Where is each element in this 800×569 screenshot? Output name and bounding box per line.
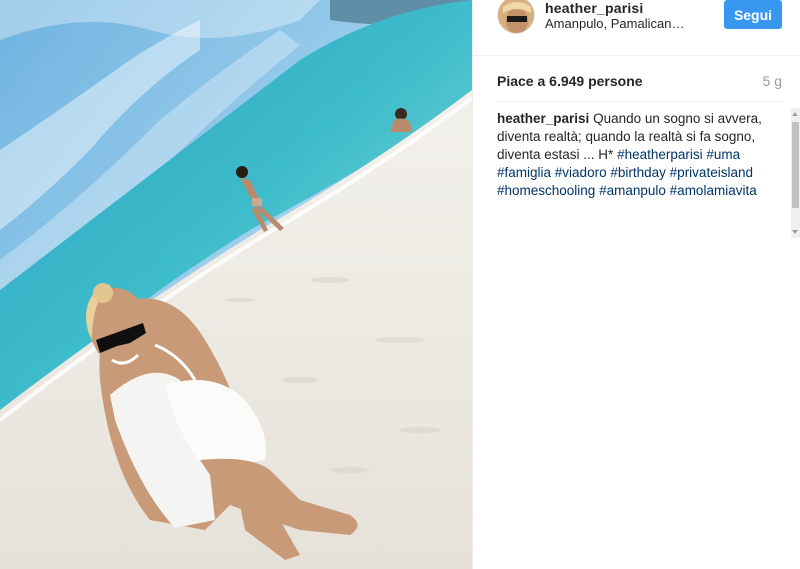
caption-username-link[interactable]: heather_parisi — [497, 111, 589, 126]
hashtag-link[interactable]: #amanpulo — [599, 183, 666, 198]
hashtag-link[interactable]: #viadoro — [555, 165, 607, 180]
hashtag-link[interactable]: #amolamiavita — [670, 183, 757, 198]
scroll-up-arrow-icon[interactable] — [792, 112, 798, 116]
profile-photo-icon — [498, 0, 534, 33]
scroll-down-arrow-icon[interactable] — [792, 230, 798, 234]
scrollbar-thumb[interactable] — [792, 122, 799, 208]
likes-count[interactable]: Piace a 6.949 persone — [497, 73, 643, 89]
comments-scrollbar[interactable] — [791, 108, 800, 238]
post-age[interactable]: 5 g — [763, 73, 782, 89]
post-details-panel: heather_parisi Amanpulo, Pamalican I... … — [472, 0, 800, 569]
hashtag-link[interactable]: #heatherparisi — [617, 147, 703, 162]
location-link[interactable]: Amanpulo, Pamalican I... — [545, 16, 685, 31]
hashtag-link[interactable]: #birthday — [610, 165, 666, 180]
avatar[interactable] — [497, 0, 535, 34]
hashtag-link[interactable]: #homeschooling — [497, 183, 595, 198]
hashtag-link[interactable]: #famiglia — [497, 165, 551, 180]
post-caption: heather_parisi Quando un sogno si avvera… — [497, 110, 767, 200]
hashtag-link[interactable]: #uma — [706, 147, 740, 162]
divider — [497, 101, 783, 102]
post-photo[interactable] — [0, 0, 472, 569]
post-header: heather_parisi Amanpulo, Pamalican I... … — [473, 0, 800, 56]
follow-button[interactable]: Segui — [724, 0, 782, 29]
hashtag-link[interactable]: #privateisland — [670, 165, 753, 180]
username-link[interactable]: heather_parisi — [545, 0, 644, 16]
